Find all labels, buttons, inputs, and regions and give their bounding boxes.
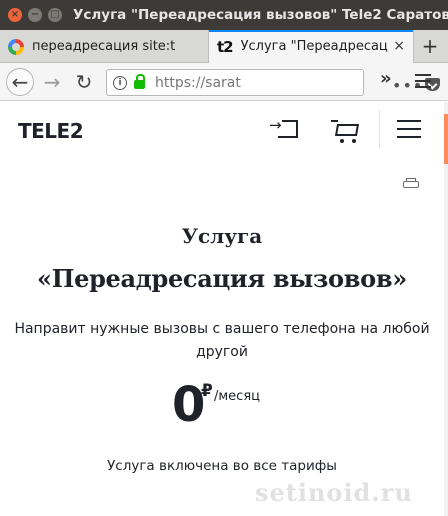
cart-icon[interactable]: [331, 118, 361, 144]
service-kicker: Услуга: [181, 224, 263, 248]
site-menu-icon[interactable]: [397, 120, 421, 138]
window-minimize-button[interactable]: −: [28, 8, 42, 22]
login-icon[interactable]: [269, 118, 298, 138]
print-icon[interactable]: [403, 178, 419, 191]
tab-google-search[interactable]: переадресация site:t: [0, 30, 208, 63]
tele2-icon: t2: [217, 37, 234, 56]
hamburger-menu-icon[interactable]: [415, 74, 431, 88]
service-description: Направит нужные вызовы с вашего телефона…: [14, 321, 430, 360]
price-currency: ₽: [201, 381, 213, 401]
header-divider: [379, 110, 380, 148]
navigation-toolbar: ← → ↻ i https://sarat ••• ☆ »: [0, 63, 448, 101]
reload-button[interactable]: ↻: [70, 68, 98, 96]
overflow-menu-icon[interactable]: »: [380, 68, 392, 89]
info-icon[interactable]: i: [113, 75, 127, 90]
google-icon: [8, 38, 24, 55]
price-period: /месяц: [214, 389, 261, 404]
tab-label: Услуга "Переадресац: [240, 39, 388, 54]
scrollbar-thumb[interactable]: [444, 114, 448, 164]
tariff-note: Услуга включена во все тарифы: [107, 458, 337, 474]
site-header: TELE2: [0, 102, 444, 156]
window-titlebar: × − □ Услуга "Переадресация вызовов" Tel…: [0, 0, 448, 30]
tab-tele2-service[interactable]: t2 Услуга "Переадресац ×: [208, 30, 414, 63]
window-close-button[interactable]: ×: [8, 8, 22, 22]
tab-label: переадресация site:t: [32, 39, 176, 54]
window-maximize-button[interactable]: □: [48, 8, 62, 22]
page-scrollbar[interactable]: [444, 102, 448, 516]
tab-close-icon[interactable]: ×: [393, 38, 405, 54]
new-tab-button[interactable]: +: [416, 34, 444, 58]
forward-button[interactable]: →: [38, 68, 66, 96]
lock-icon[interactable]: [134, 74, 145, 89]
service-title: «Переадресация вызовов»: [37, 264, 407, 293]
tab-strip: переадресация site:t t2 Услуга "Переадре…: [0, 30, 448, 63]
tele2-logo[interactable]: TELE2: [18, 119, 84, 143]
watermark: setinoid.ru: [255, 478, 413, 507]
url-text[interactable]: https://sarat: [155, 75, 241, 91]
url-bar[interactable]: i https://sarat ••• ☆: [106, 69, 440, 96]
price-block: 0 ₽ /месяц: [0, 375, 444, 435]
window-title: Услуга "Переадресация вызовов" Tele2 Сар…: [73, 7, 448, 23]
back-button[interactable]: ←: [6, 68, 34, 96]
